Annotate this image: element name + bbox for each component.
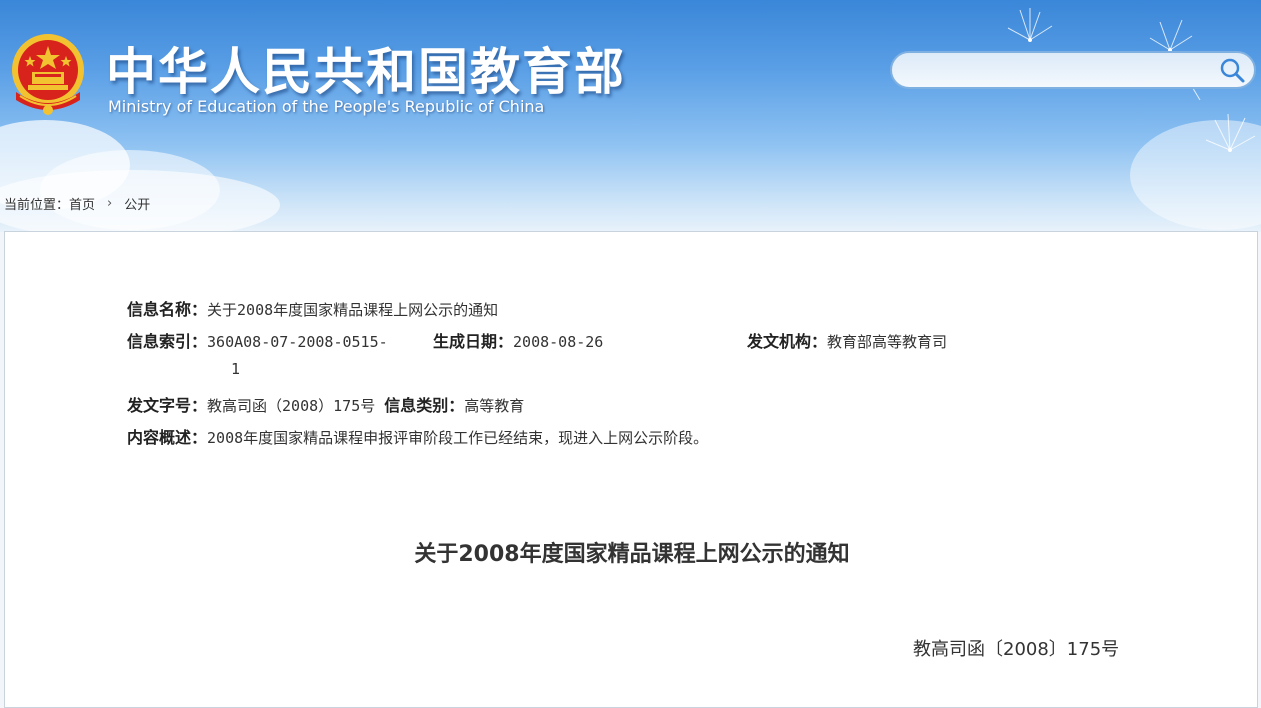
meta-category-value: 高等教育: [464, 397, 525, 415]
breadcrumb-public-link[interactable]: 公开: [124, 194, 150, 213]
meta-name-label: 信息名称：: [127, 300, 208, 319]
site-title: 中华人民共和国教育部: [106, 43, 626, 101]
dandelion-decoration: [1007, 8, 1256, 152]
document-title: 关于2008年度国家精品课程上网公示的通知: [414, 542, 850, 567]
document-number: 教高司函〔2008〕175号: [913, 639, 1120, 660]
meta-summary-label: 内容概述：: [127, 428, 208, 447]
meta-index-label: 信息索引：: [127, 332, 208, 351]
breadcrumb-separator: ›: [107, 196, 113, 211]
meta-row-name: 信息名称：关于2008年度国家精品课程上网公示的通知: [127, 296, 498, 320]
meta-row-index: 信息索引：360A08-07-2008-0515-: [127, 328, 388, 352]
meta-category-label: 信息类别：: [384, 396, 465, 415]
breadcrumb: 当前位置： 首页 › 公开: [4, 194, 150, 213]
search-icon[interactable]: [1218, 56, 1246, 84]
meta-index-value-line2: 1: [231, 360, 241, 378]
search-box: [890, 51, 1256, 89]
meta-date-label: 生成日期：: [433, 332, 514, 351]
breadcrumb-prefix: 当前位置：: [4, 198, 70, 213]
meta-date-value: 2008-08-26: [513, 333, 604, 351]
meta-index-value: 360A08-07-2008-0515-: [207, 333, 388, 351]
breadcrumb-home-link[interactable]: 首页: [69, 194, 95, 213]
site-subtitle: Ministry of Education of the People's Re…: [108, 97, 545, 116]
meta-org-value: 教育部高等教育司: [827, 333, 948, 351]
national-emblem-logo: [12, 34, 84, 115]
meta-name-value: 关于2008年度国家精品课程上网公示的通知: [207, 301, 499, 319]
search-input[interactable]: [892, 55, 1218, 85]
meta-row-org: 发文机构：教育部高等教育司: [747, 328, 947, 352]
meta-org-label: 发文机构：: [747, 332, 828, 351]
meta-row-date: 生成日期：2008-08-26: [433, 328, 603, 352]
meta-docno-label: 发文字号：: [127, 396, 208, 415]
meta-docno-value: 教高司函（2008）175号: [207, 397, 376, 415]
meta-index-value-cont: 1: [231, 360, 240, 378]
content-panel: 信息名称：关于2008年度国家精品课程上网公示的通知 信息索引：360A08-0…: [4, 231, 1258, 708]
site-header: 中华人民共和国教育部 Ministry of Education of the …: [0, 0, 1261, 232]
meta-summary-value: 2008年度国家精品课程申报评审阶段工作已经结束，现进入上网公示阶段。: [207, 429, 709, 447]
meta-row-summary: 内容概述：2008年度国家精品课程申报评审阶段工作已经结束，现进入上网公示阶段。: [127, 424, 708, 448]
meta-row-docno: 发文字号：教高司函（2008）175号 信息类别：高等教育: [127, 392, 524, 416]
page: 中华人民共和国教育部 Ministry of Education of the …: [0, 0, 1261, 708]
